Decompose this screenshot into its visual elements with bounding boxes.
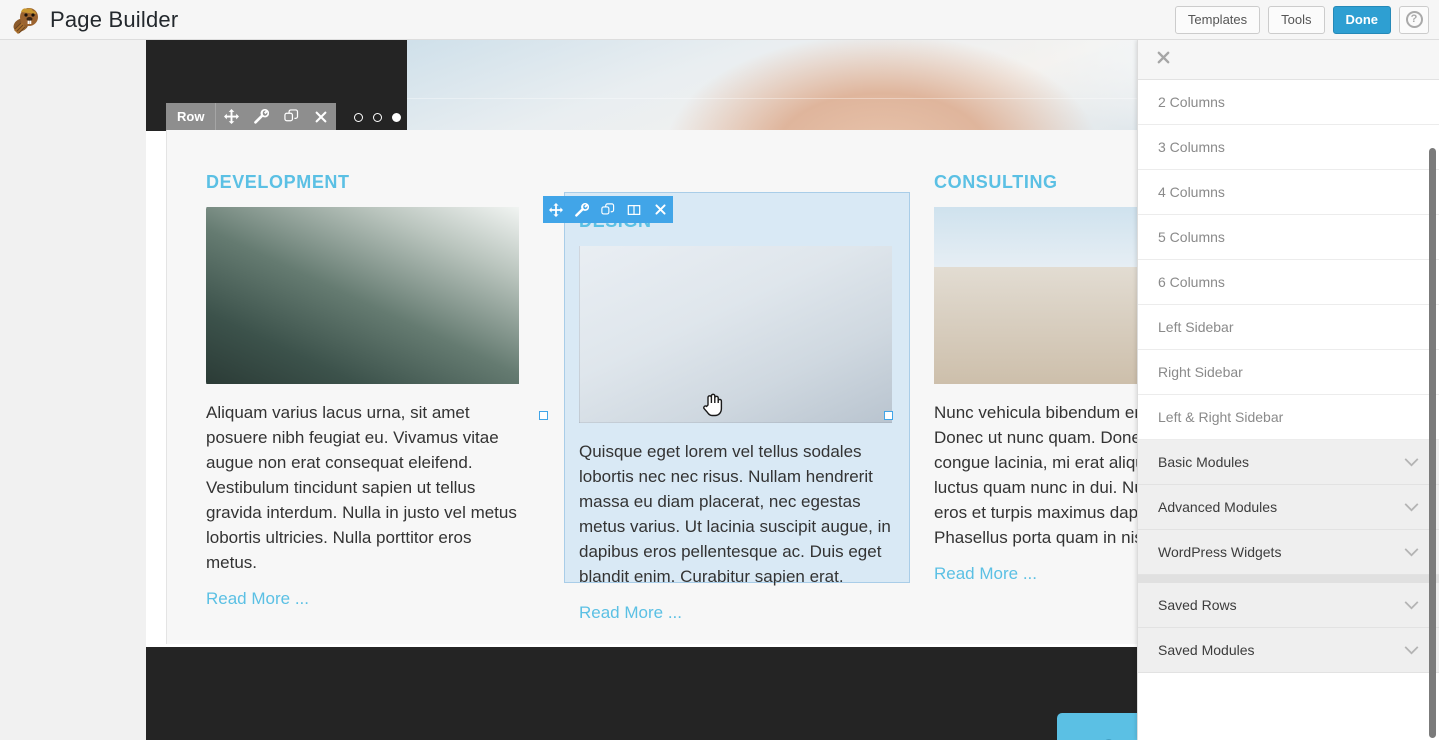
help-button[interactable]: ? [1399, 5, 1429, 34]
sidebar-header [1138, 40, 1439, 80]
pointer-cursor [703, 392, 723, 423]
sidebar-section-basic-modules[interactable]: Basic Modules [1138, 440, 1439, 485]
column-body-text: Aliquam varius lacus urna, sit amet posu… [206, 403, 517, 572]
move-icon[interactable] [543, 196, 569, 223]
column-development[interactable]: DEVELOPMENT Aliquam varius lacus urna, s… [206, 130, 519, 644]
row-toolbar[interactable]: Row [166, 103, 337, 130]
column-design-selected[interactable]: DESIGN Quisque eget lorem vel tellus sod… [564, 192, 910, 622]
sidebar-section-wordpress-widgets[interactable]: WordPress Widgets [1138, 530, 1439, 575]
done-button[interactable]: Done [1332, 5, 1391, 34]
chevron-down-icon [1404, 597, 1419, 613]
sidebar-section-saved-rows[interactable]: Saved Rows [1138, 583, 1439, 628]
close-icon[interactable] [1156, 50, 1171, 70]
read-more-link[interactable]: Read More ... [579, 603, 682, 623]
sidebar-scrollbar-thumb[interactable] [1429, 148, 1436, 738]
sidebar-section-label: Advanced Modules [1158, 499, 1278, 515]
beaver-logo-icon [8, 3, 42, 37]
sidebar-item-4-columns[interactable]: 4 Columns [1138, 170, 1439, 215]
sidebar-item-3-columns[interactable]: 3 Columns [1138, 125, 1439, 170]
sidebar-item-6-columns[interactable]: 6 Columns [1138, 260, 1439, 305]
read-more-link[interactable]: Read More ... [206, 589, 309, 609]
column-toolbar[interactable] [543, 196, 673, 223]
sidebar-item-left-sidebar[interactable]: Left Sidebar [1138, 305, 1439, 350]
sidebar-item-label: 4 Columns [1158, 184, 1225, 200]
slider-dot-2[interactable] [373, 113, 382, 122]
wrench-icon[interactable] [246, 103, 276, 130]
sidebar-item-label: Left Sidebar [1158, 319, 1234, 335]
templates-button[interactable]: Templates [1174, 5, 1261, 34]
column-body-text: Quisque eget lorem vel tellus sodales lo… [579, 442, 891, 586]
chevron-down-icon [1404, 544, 1419, 560]
brand: Page Builder [0, 3, 178, 37]
tools-button[interactable]: Tools [1268, 5, 1325, 34]
app-title: Page Builder [50, 6, 179, 32]
sidebar-item-label: Left & Right Sidebar [1158, 409, 1284, 425]
sidebar-item-right-sidebar[interactable]: Right Sidebar [1138, 350, 1439, 395]
move-icon[interactable] [216, 103, 246, 130]
sidebar-item-label: Right Sidebar [1158, 364, 1243, 380]
content-panel-sidebar: 2 Columns 3 Columns 4 Columns 5 Columns … [1137, 40, 1439, 740]
sidebar-item-5-columns[interactable]: 5 Columns [1138, 215, 1439, 260]
sidebar-item-label: 6 Columns [1158, 274, 1225, 290]
sidebar-section-label: WordPress Widgets [1158, 544, 1282, 560]
close-icon[interactable] [647, 196, 673, 223]
sidebar-scroll-area[interactable]: 2 Columns 3 Columns 4 Columns 5 Columns … [1138, 80, 1439, 740]
sidebar-item-label: 2 Columns [1158, 94, 1225, 110]
chevron-down-icon [1404, 642, 1419, 658]
sidebar-section-label: Basic Modules [1158, 454, 1250, 470]
row-toolbar-label: Row [166, 103, 216, 130]
column-heading: DEVELOPMENT [206, 172, 350, 192]
sidebar-section-label: Saved Rows [1158, 597, 1237, 613]
sidebar-item-left-and-right-sidebar[interactable]: Left & Right Sidebar [1138, 395, 1439, 440]
column-resize-handle-right[interactable] [884, 411, 893, 420]
close-icon[interactable] [306, 103, 336, 130]
slider-dots[interactable] [354, 113, 401, 122]
chevron-down-icon [1404, 499, 1419, 515]
duplicate-icon[interactable] [595, 196, 621, 223]
sidebar-item-label: 5 Columns [1158, 229, 1225, 245]
column-split-icon[interactable] [621, 196, 647, 223]
sidebar-item-label: 3 Columns [1158, 139, 1225, 155]
read-more-link[interactable]: Read More ... [934, 564, 1037, 584]
question-circle-icon: ? [1405, 11, 1423, 28]
sidebar-section-advanced-modules[interactable]: Advanced Modules [1138, 485, 1439, 530]
sidebar-section-saved-modules[interactable]: Saved Modules [1138, 628, 1439, 673]
duplicate-icon[interactable] [276, 103, 306, 130]
sidebar-item-2-columns[interactable]: 2 Columns [1138, 80, 1439, 125]
glass-building-photo [206, 207, 519, 384]
sidebar-section-label: Saved Modules [1158, 642, 1255, 658]
sidebar-divider [1138, 575, 1439, 583]
slider-dot-3-active[interactable] [392, 113, 401, 122]
blueprint-swatches-photo [579, 246, 892, 423]
admin-bar: Page Builder Templates Tools Done ? [0, 0, 1439, 40]
chevron-down-icon [1404, 454, 1419, 470]
slider-dot-1[interactable] [354, 113, 363, 122]
wrench-icon[interactable] [569, 196, 595, 223]
admin-bar-actions: Templates Tools Done ? [1174, 5, 1439, 34]
column-resize-handle-left[interactable] [539, 411, 548, 420]
